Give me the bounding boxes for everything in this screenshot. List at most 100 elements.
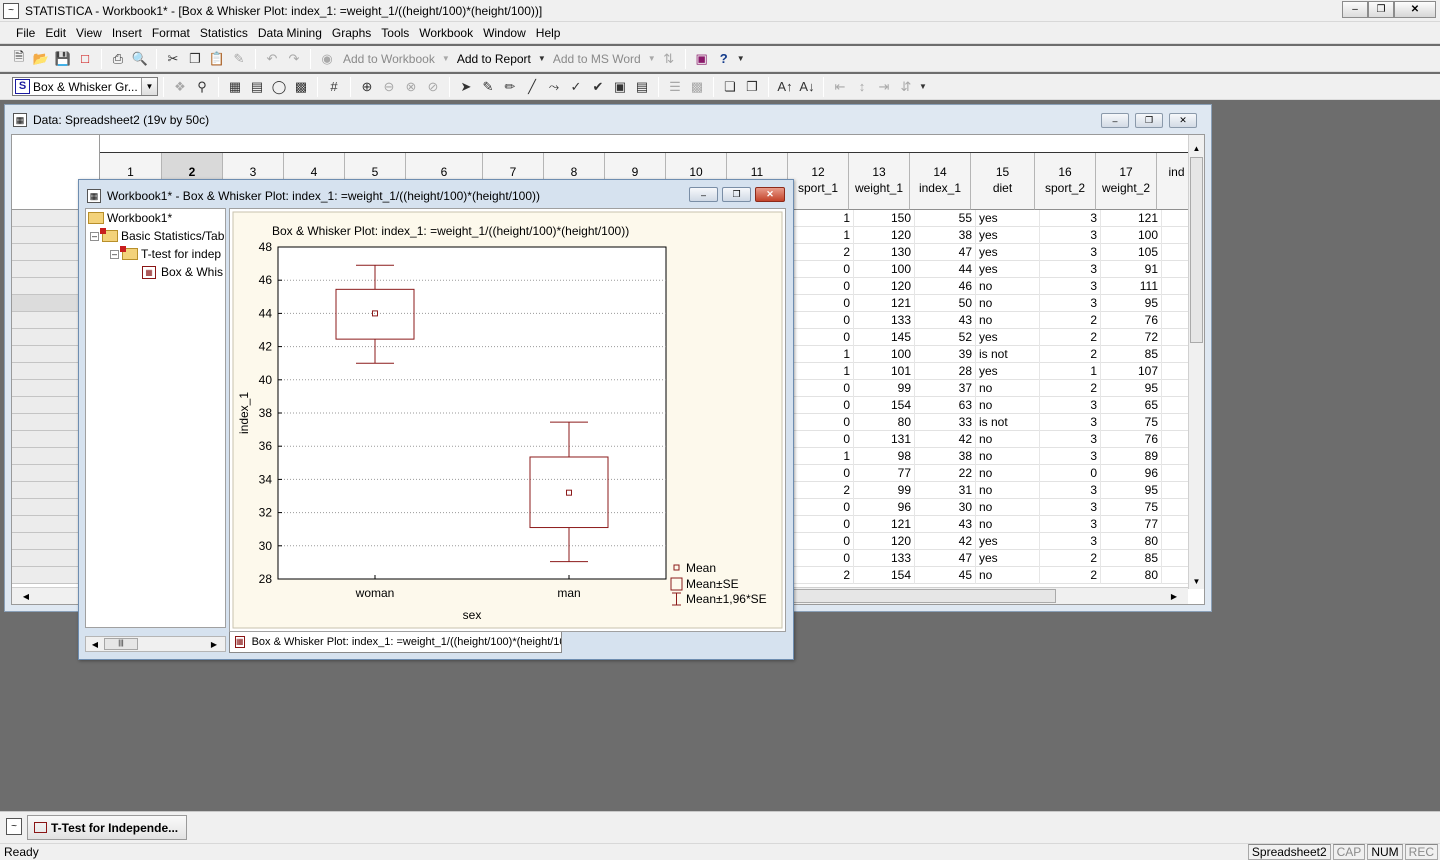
table-cell[interactable]: no [976,465,1040,482]
row-header[interactable] [12,363,85,380]
print-icon[interactable]: ⎙ [109,50,127,68]
scroll-thumb[interactable]: ||| [104,638,138,650]
menu-insert[interactable]: Insert [107,26,147,40]
table-cell[interactable]: 133 [854,312,915,329]
table-cell[interactable]: 100 [854,346,915,363]
book-icon[interactable]: ▣ [693,50,711,68]
minimize-button[interactable]: – [1342,1,1368,18]
table-cell[interactable]: 120 [854,533,915,550]
row-header[interactable] [12,414,85,431]
send-back-icon[interactable]: ❐ [743,78,761,96]
table-cell[interactable]: 0 [793,414,854,431]
table-cell[interactable]: 121 [1101,210,1162,227]
table-cell[interactable]: 63 [915,397,976,414]
dotted-lines-icon[interactable]: ☰ [666,78,684,96]
table-cell[interactable]: 3 [1040,210,1101,227]
align-right-icon[interactable]: ⇥ [875,78,893,96]
table-cell[interactable]: yes [976,550,1040,567]
minimize-button[interactable]: – [1101,113,1129,128]
table-cell[interactable]: 46 [915,278,976,295]
row-header[interactable] [12,329,85,346]
menu-help[interactable]: Help [531,26,566,40]
table-cell[interactable]: 0 [793,312,854,329]
close-button[interactable]: ✕ [755,187,785,202]
fit-icon[interactable]: ◯ [270,78,288,96]
minimized-ttest-window[interactable]: T-Test for Independe... [27,815,187,840]
undo-icon[interactable]: ↶ [263,50,281,68]
table-cell[interactable]: 28 [915,363,976,380]
table-cell[interactable]: yes [976,363,1040,380]
scroll-right-icon[interactable]: ▶ [207,637,221,651]
row-header[interactable] [12,533,85,550]
chevron-down-icon[interactable]: ▼ [141,78,157,95]
table-cell[interactable]: 3 [1040,227,1101,244]
table-cell[interactable]: 121 [854,295,915,312]
row-header[interactable] [12,448,85,465]
table-cell[interactable]: yes [976,227,1040,244]
row-header[interactable] [12,431,85,448]
tree-node-ttest[interactable]: – T-test for indep [110,245,221,263]
grid-icon[interactable]: # [325,78,343,96]
menu-graphs[interactable]: Graphs [327,26,376,40]
table-cell[interactable]: 1 [793,346,854,363]
scroll-left-icon[interactable]: ◀ [88,637,102,651]
table-cell[interactable]: no [976,312,1040,329]
y-axis-label[interactable]: index_1 [237,392,251,434]
chevron-down-icon[interactable]: ▼ [737,50,745,68]
table-cell[interactable]: 99 [854,482,915,499]
font-smaller-icon[interactable]: A↓ [798,78,816,96]
workbook-tree[interactable]: Workbook1* – Basic Statistics/Tab – T-te… [85,208,226,628]
draw-line-icon[interactable]: ╱ [523,78,541,96]
row-header[interactable] [12,210,85,227]
pdf-icon[interactable]: □ [76,50,94,68]
format-painter-icon[interactable]: ✎ [230,50,248,68]
table-cell[interactable]: 105 [1101,244,1162,261]
shading-icon[interactable]: ▩ [688,78,706,96]
scroll-right-icon[interactable]: ▶ [1166,588,1182,604]
graph-object-select[interactable]: S Box & Whisker Gr... ▼ [12,77,158,96]
menu-window[interactable]: Window [478,26,531,40]
column-header[interactable]: 15 diet [971,153,1035,210]
restore-button[interactable]: ❐ [1368,1,1394,18]
menu-view[interactable]: View [71,26,107,40]
chevron-down-icon[interactable]: ▼ [648,50,656,68]
table-cell[interactable]: 80 [854,414,915,431]
table-cell[interactable]: 100 [854,261,915,278]
table-cell[interactable]: 150 [854,210,915,227]
row-header[interactable] [12,567,85,584]
box-whisker-chart[interactable]: Box & Whisker Plot: index_1: =weight_1/(… [230,209,785,631]
cut-icon[interactable]: ✂ [164,50,182,68]
table-cell[interactable]: 80 [1101,533,1162,550]
column-header[interactable]: 16 sport_2 [1035,153,1096,210]
redo-icon[interactable]: ↷ [285,50,303,68]
scroll-down-icon[interactable]: ▼ [1189,573,1204,589]
scroll-up-icon[interactable]: ▲ [1189,140,1204,156]
table-cell[interactable]: 2 [793,567,854,584]
close-button[interactable]: ✕ [1169,113,1197,128]
table-cell[interactable]: 121 [854,516,915,533]
help-pointer-icon[interactable]: ? [715,50,733,68]
table-cell[interactable]: no [976,278,1040,295]
workbook-document-tab[interactable]: ▦ Box & Whisker Plot: index_1: =weight_1… [229,632,562,653]
statistica-app-icon[interactable]: ~ [6,818,22,835]
table-cell[interactable]: 100 [1101,227,1162,244]
restore-button[interactable]: ❐ [1135,113,1163,128]
save-icon[interactable]: 💾 [54,50,72,68]
table-cell[interactable]: 0 [793,465,854,482]
table-cell[interactable]: 50 [915,295,976,312]
table-cell[interactable]: 38 [915,227,976,244]
table-cell[interactable]: no [976,448,1040,465]
menu-edit[interactable]: Edit [40,26,71,40]
copy-icon[interactable]: ❐ [186,50,204,68]
table-cell[interactable]: 96 [854,499,915,516]
table-cell[interactable]: no [976,380,1040,397]
table-cell[interactable]: 3 [1040,261,1101,278]
table-cell[interactable]: 1 [793,210,854,227]
table-cell[interactable]: 37 [915,380,976,397]
table-cell[interactable]: 2 [1040,380,1101,397]
table-cell[interactable]: 39 [915,346,976,363]
table-cell[interactable]: 38 [915,448,976,465]
table-cell[interactable]: 0 [793,550,854,567]
zoom-icon[interactable]: ⚲ [193,78,211,96]
row-header[interactable] [12,550,85,567]
